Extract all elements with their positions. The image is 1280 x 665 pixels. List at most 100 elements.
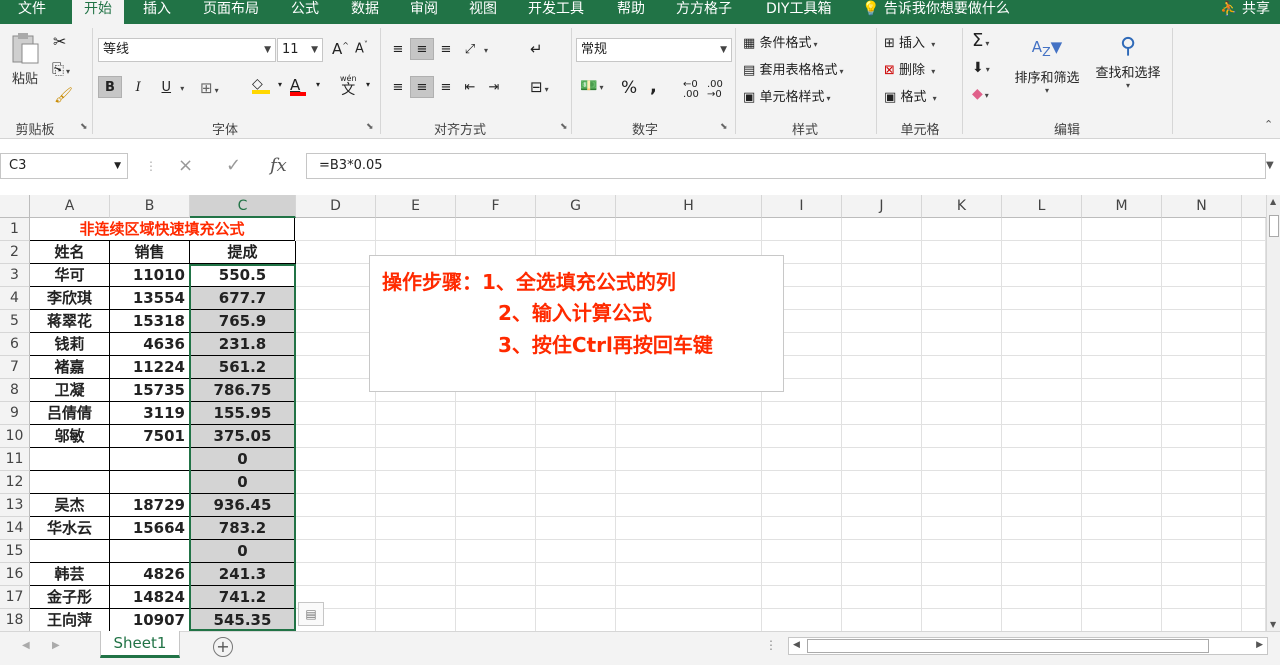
empty-cell[interactable]: [1242, 333, 1266, 356]
tab-developer[interactable]: 开发工具: [528, 0, 584, 24]
empty-cell[interactable]: [616, 540, 762, 563]
empty-cell[interactable]: [922, 609, 1002, 631]
empty-cell[interactable]: [1002, 517, 1082, 540]
font-name-select[interactable]: 等线 ▼: [98, 38, 276, 62]
row-header-14[interactable]: 14: [0, 517, 30, 540]
empty-cell[interactable]: [1002, 402, 1082, 425]
row-header-2[interactable]: 2: [0, 241, 30, 264]
tab-formulas[interactable]: 公式: [291, 0, 319, 24]
empty-cell[interactable]: [922, 379, 1002, 402]
row-header-9[interactable]: 9: [0, 402, 30, 425]
empty-cell[interactable]: [296, 402, 376, 425]
sales-cell[interactable]: 7501: [110, 425, 190, 448]
empty-cell[interactable]: [1002, 471, 1082, 494]
tab-page-layout[interactable]: 页面布局: [203, 0, 259, 24]
name-cell[interactable]: 吕倩倩: [30, 402, 110, 425]
empty-cell[interactable]: [296, 264, 376, 287]
empty-cell[interactable]: [1242, 241, 1266, 264]
sales-cell[interactable]: 15735: [110, 379, 190, 402]
empty-cell[interactable]: [1082, 517, 1162, 540]
empty-cell[interactable]: [616, 425, 762, 448]
expand-formula-bar-icon[interactable]: ▼: [1266, 153, 1274, 179]
empty-cell[interactable]: [456, 425, 536, 448]
tab-help[interactable]: 帮助: [617, 0, 645, 24]
empty-cell[interactable]: [1002, 287, 1082, 310]
row-header-4[interactable]: 4: [0, 287, 30, 310]
commission-cell[interactable]: 231.8: [190, 333, 296, 356]
add-sheet-button[interactable]: +: [213, 637, 233, 657]
bold-button[interactable]: B: [98, 76, 122, 98]
chevron-down-icon[interactable]: ▾: [278, 80, 282, 89]
commission-cell[interactable]: 155.95: [190, 402, 296, 425]
number-format-select[interactable]: 常规 ▼: [576, 38, 732, 62]
row-header-10[interactable]: 10: [0, 425, 30, 448]
empty-cell[interactable]: [762, 609, 842, 631]
underline-button[interactable]: U: [154, 76, 178, 98]
empty-cell[interactable]: [922, 471, 1002, 494]
empty-cell[interactable]: [762, 218, 842, 241]
empty-cell[interactable]: [376, 402, 456, 425]
empty-cell[interactable]: [1082, 540, 1162, 563]
empty-cell[interactable]: [1002, 333, 1082, 356]
empty-cell[interactable]: [842, 287, 922, 310]
table-header-cell[interactable]: 提成: [190, 241, 296, 264]
commission-cell[interactable]: 765.9: [190, 310, 296, 333]
comma-button[interactable]: ,: [650, 76, 657, 97]
empty-cell[interactable]: [1242, 310, 1266, 333]
sales-cell[interactable]: 4826: [110, 563, 190, 586]
empty-cell[interactable]: [456, 448, 536, 471]
empty-cell[interactable]: [1082, 310, 1162, 333]
empty-cell[interactable]: [376, 563, 456, 586]
empty-cell[interactable]: [1242, 540, 1266, 563]
empty-cell[interactable]: [1002, 609, 1082, 631]
empty-cell[interactable]: [762, 471, 842, 494]
empty-cell[interactable]: [1082, 356, 1162, 379]
empty-cell[interactable]: [376, 517, 456, 540]
font-color-button[interactable]: A: [290, 76, 306, 96]
empty-cell[interactable]: [1082, 609, 1162, 631]
empty-cell[interactable]: [762, 425, 842, 448]
empty-cell[interactable]: [456, 609, 536, 631]
column-header-e[interactable]: E: [376, 195, 456, 218]
empty-cell[interactable]: [1162, 517, 1242, 540]
commission-cell[interactable]: 677.7: [190, 287, 296, 310]
font-size-select[interactable]: 11 ▼: [277, 38, 323, 62]
commission-cell[interactable]: 0: [190, 471, 296, 494]
empty-cell[interactable]: [842, 379, 922, 402]
empty-cell[interactable]: [762, 402, 842, 425]
empty-cell[interactable]: [1242, 586, 1266, 609]
empty-cell[interactable]: [1082, 241, 1162, 264]
empty-cell[interactable]: [376, 540, 456, 563]
sheet-tab-sheet1[interactable]: Sheet1: [100, 631, 180, 658]
empty-cell[interactable]: [762, 517, 842, 540]
accounting-format-icon[interactable]: 💵 ▾: [580, 78, 603, 94]
table-header-cell[interactable]: 姓名: [30, 241, 110, 264]
next-sheet-icon[interactable]: ▶: [52, 640, 60, 651]
empty-cell[interactable]: [842, 333, 922, 356]
row-header-13[interactable]: 13: [0, 494, 30, 517]
empty-cell[interactable]: [1082, 425, 1162, 448]
name-cell[interactable]: 钱莉: [30, 333, 110, 356]
empty-cell[interactable]: [1082, 402, 1162, 425]
column-header-j[interactable]: J: [842, 195, 922, 218]
clear-icon[interactable]: ◆ ▾: [972, 86, 989, 102]
name-cell[interactable]: 金子彤: [30, 586, 110, 609]
empty-cell[interactable]: [1162, 425, 1242, 448]
column-header-a[interactable]: A: [30, 195, 110, 218]
row-header-8[interactable]: 8: [0, 379, 30, 402]
empty-cell[interactable]: [1082, 287, 1162, 310]
italic-button[interactable]: I: [126, 76, 150, 98]
empty-cell[interactable]: [1002, 379, 1082, 402]
decrease-decimal-icon[interactable]: .00 →0: [707, 80, 723, 100]
row-header-17[interactable]: 17: [0, 586, 30, 609]
align-top-icon[interactable]: ≡: [386, 38, 410, 60]
empty-cell[interactable]: [376, 609, 456, 631]
empty-cell[interactable]: [842, 471, 922, 494]
empty-cell[interactable]: [296, 494, 376, 517]
empty-cell[interactable]: [1002, 310, 1082, 333]
empty-cell[interactable]: [1082, 264, 1162, 287]
row-header-6[interactable]: 6: [0, 333, 30, 356]
empty-cell[interactable]: [456, 402, 536, 425]
empty-cell[interactable]: [922, 287, 1002, 310]
empty-cell[interactable]: [1162, 586, 1242, 609]
